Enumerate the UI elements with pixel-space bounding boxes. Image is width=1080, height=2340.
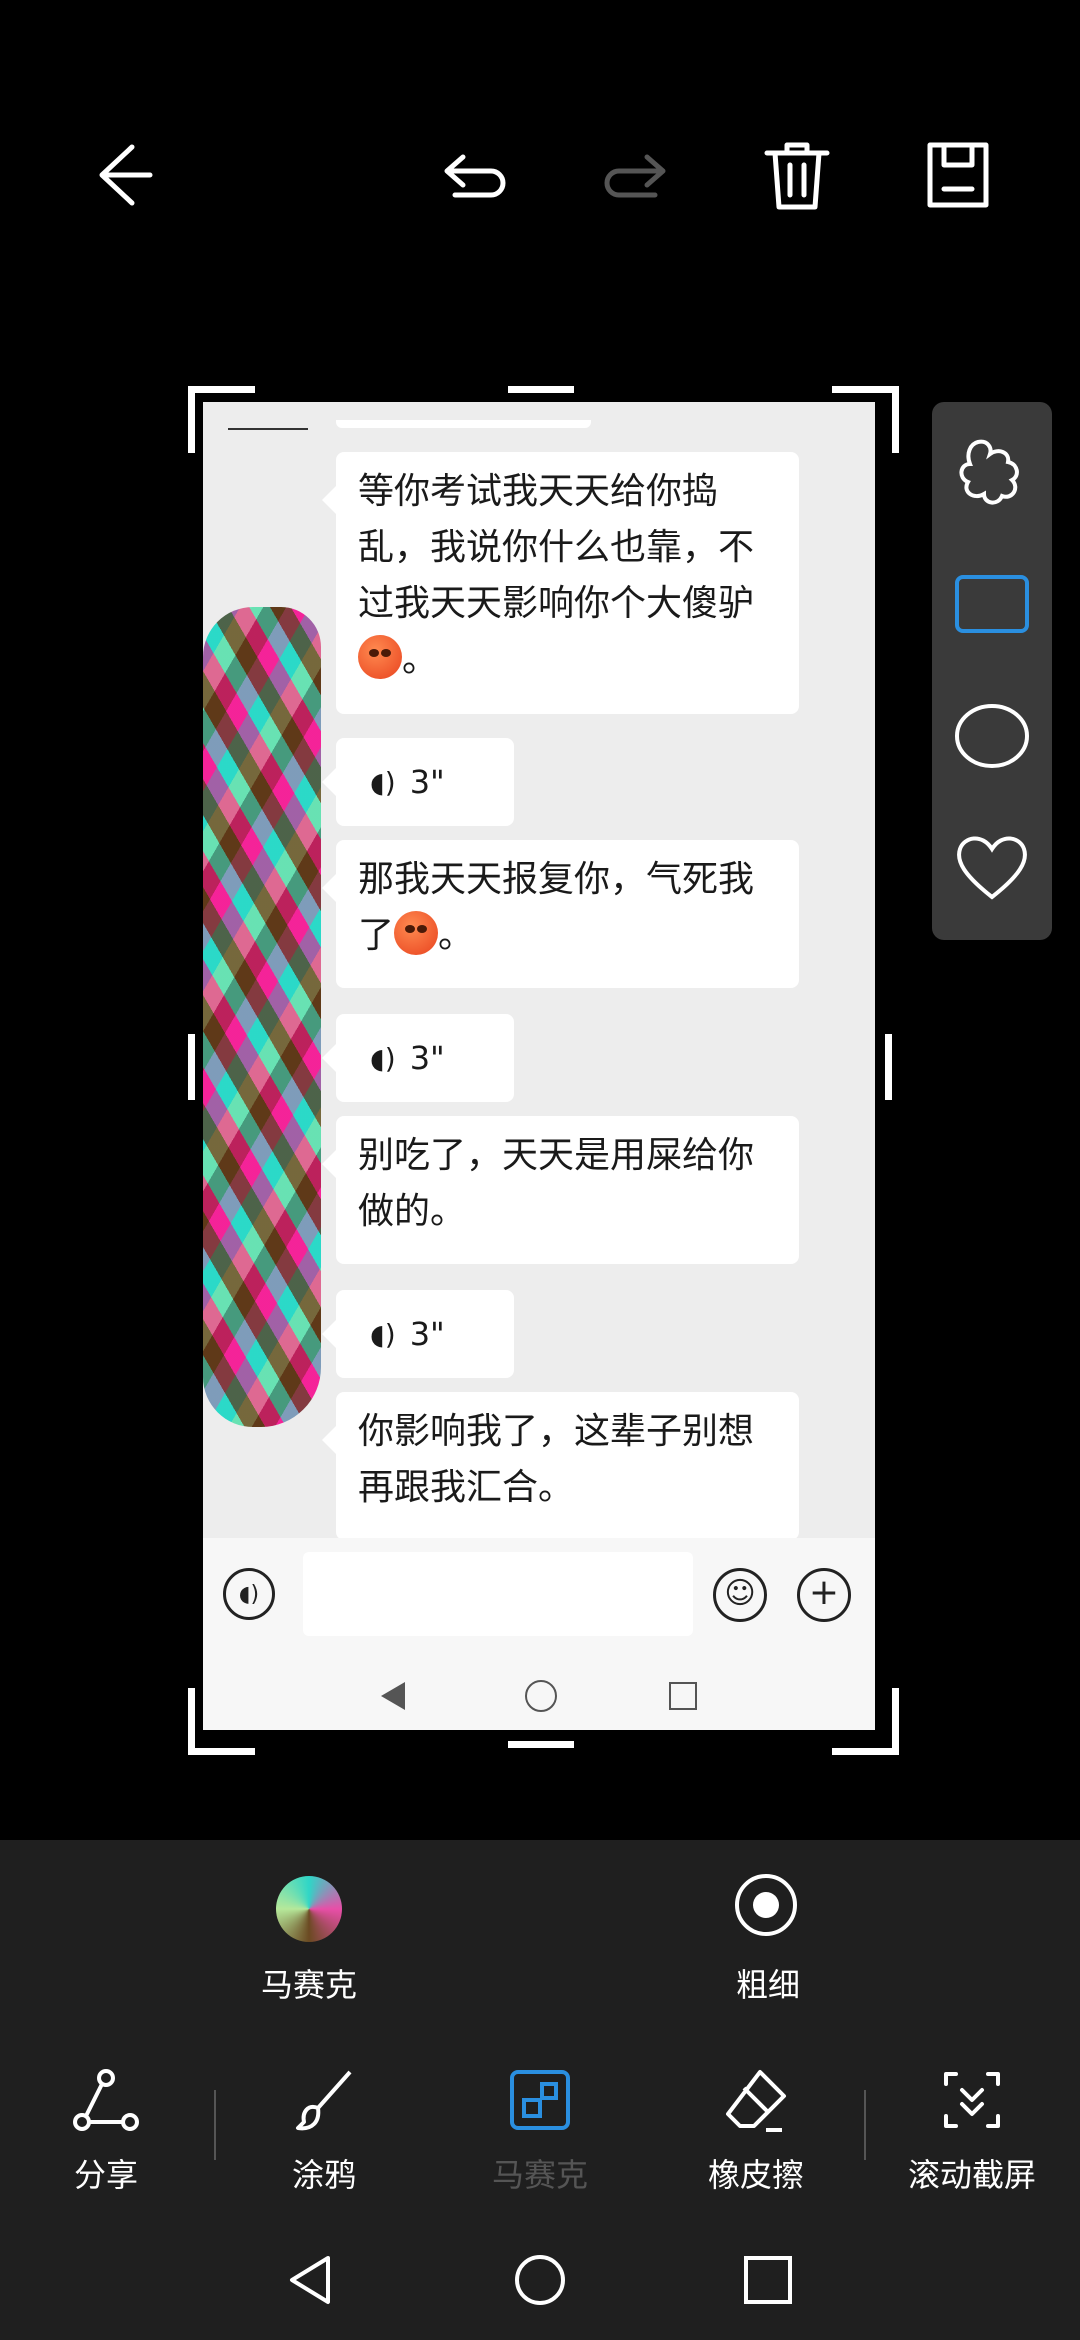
- delete-button[interactable]: [752, 130, 842, 220]
- mosaic-area: [203, 607, 321, 1427]
- voice-duration: 3": [409, 1039, 445, 1077]
- crop-handle-top-left[interactable]: [188, 386, 255, 453]
- chat-input-bar: ◖) ☺ +: [203, 1538, 875, 1730]
- nav-back-icon: [290, 2256, 330, 2304]
- message-text: 你影响我了，这辈子别想再跟我汇合。: [358, 1411, 755, 1508]
- crop-handle-bottom[interactable]: [508, 1741, 574, 1748]
- undo-button[interactable]: [430, 130, 520, 220]
- crop-handle-top-right[interactable]: [832, 386, 899, 453]
- nav-home-icon: [515, 2255, 565, 2305]
- message-input[interactable]: [303, 1552, 693, 1636]
- partial-bubble: [336, 420, 591, 428]
- divider: [864, 2090, 866, 2160]
- redo-button[interactable]: [590, 130, 680, 220]
- share-icon: [73, 2069, 139, 2131]
- angry-face-icon: [394, 911, 439, 955]
- emoji-icon[interactable]: ☺: [713, 1568, 767, 1622]
- crop-handle-top[interactable]: [508, 386, 574, 393]
- voice-wave-icon: ◖): [370, 765, 396, 799]
- thickness-label: 粗细: [735, 1966, 800, 2004]
- message-bubble: 等你考试我天天给你捣乱，我说你什么也靠，不过我天天影响你个大傻驴。: [322, 452, 799, 714]
- message-text: 别吃了，天天是用屎给你做的。: [358, 1135, 755, 1232]
- mosaic-tool[interactable]: 马赛克: [440, 2060, 640, 2194]
- doodle-tool[interactable]: 涂鸦: [224, 2060, 424, 2194]
- mosaic-style-label: 马赛克: [260, 1966, 357, 2004]
- scroll-screenshot-label: 滚动截屏: [907, 2156, 1036, 2194]
- save-icon: [927, 142, 989, 208]
- save-button[interactable]: [913, 130, 1003, 220]
- trash-icon: [764, 142, 830, 210]
- nav-back-icon[interactable]: [381, 1682, 405, 1710]
- plus-icon[interactable]: +: [797, 1568, 851, 1622]
- divider: [214, 2090, 216, 2160]
- nav-recents-icon: [744, 2256, 792, 2304]
- circle-icon: [955, 704, 1029, 768]
- rectangle-icon: [955, 575, 1029, 633]
- message-suffix: 。: [402, 639, 439, 680]
- nav-home-icon[interactable]: [525, 1680, 557, 1712]
- mosaic-style-icon[interactable]: [276, 1876, 342, 1942]
- message-bubble: 别吃了，天天是用屎给你做的。: [322, 1116, 799, 1264]
- voice-duration: 3": [409, 1315, 445, 1353]
- crop-handle-bottom-right[interactable]: [832, 1688, 899, 1755]
- crop-handle-left[interactable]: [188, 1034, 195, 1100]
- eraser-icon: [726, 2070, 786, 2132]
- mosaic-icon: [510, 2070, 570, 2130]
- shape-rectangle[interactable]: [952, 564, 1032, 644]
- message-suffix: 。: [438, 915, 475, 956]
- voice-input-icon[interactable]: ◖): [223, 1568, 275, 1620]
- thickness-icon[interactable]: [735, 1874, 797, 1936]
- system-back-button[interactable]: [270, 2240, 350, 2320]
- share-label: 分享: [73, 2156, 138, 2194]
- shape-heart[interactable]: [952, 826, 1032, 906]
- angry-face-icon: [358, 635, 402, 679]
- system-recents-button[interactable]: [728, 2240, 808, 2320]
- voice-message[interactable]: ◖) 3": [322, 1290, 514, 1378]
- system-home-button[interactable]: [500, 2240, 580, 2320]
- scroll-capture-icon: [944, 2072, 1000, 2128]
- message-text: 等你考试我天天给你捣乱，我说你什么也靠，不过我天天影响你个大傻驴: [358, 471, 755, 624]
- redo-icon: [604, 154, 666, 198]
- shape-panel: [932, 402, 1052, 940]
- undo-icon: [444, 154, 506, 198]
- shape-circle[interactable]: [952, 696, 1032, 776]
- message-bubble: 你影响我了，这辈子别想再跟我汇合。: [322, 1392, 799, 1540]
- voice-message[interactable]: ◖) 3": [322, 1014, 514, 1102]
- screenshot-preview: 等你考试我天天给你捣乱，我说你什么也靠，不过我天天影响你个大傻驴。 ◖) 3" …: [203, 402, 875, 1730]
- crop-handle-right[interactable]: [885, 1034, 892, 1100]
- voice-wave-icon: ◖): [370, 1041, 396, 1075]
- message-bubble: 那我天天报复你，气死我了。: [322, 840, 799, 988]
- voice-message[interactable]: ◖) 3": [322, 738, 514, 826]
- mosaic-tool-label: 马赛克: [491, 2156, 588, 2194]
- voice-wave-icon: ◖): [370, 1317, 396, 1351]
- brush-icon: [296, 2070, 352, 2131]
- back-button[interactable]: [75, 130, 165, 220]
- nav-recents-icon[interactable]: [669, 1682, 697, 1710]
- crop-handle-bottom-left[interactable]: [188, 1688, 255, 1755]
- share-tool[interactable]: 分享: [6, 2060, 206, 2194]
- heart-icon: [957, 836, 1027, 900]
- eraser-label: 橡皮擦: [707, 2156, 804, 2194]
- eraser-tool[interactable]: 橡皮擦: [656, 2060, 856, 2194]
- scroll-screenshot-tool[interactable]: 滚动截屏: [872, 2060, 1072, 2194]
- shape-puzzle[interactable]: [952, 432, 1032, 512]
- puzzle-icon: [959, 439, 1019, 505]
- doodle-label: 涂鸦: [291, 2156, 356, 2194]
- arrow-left-icon: [99, 144, 153, 206]
- voice-duration: 3": [409, 763, 445, 801]
